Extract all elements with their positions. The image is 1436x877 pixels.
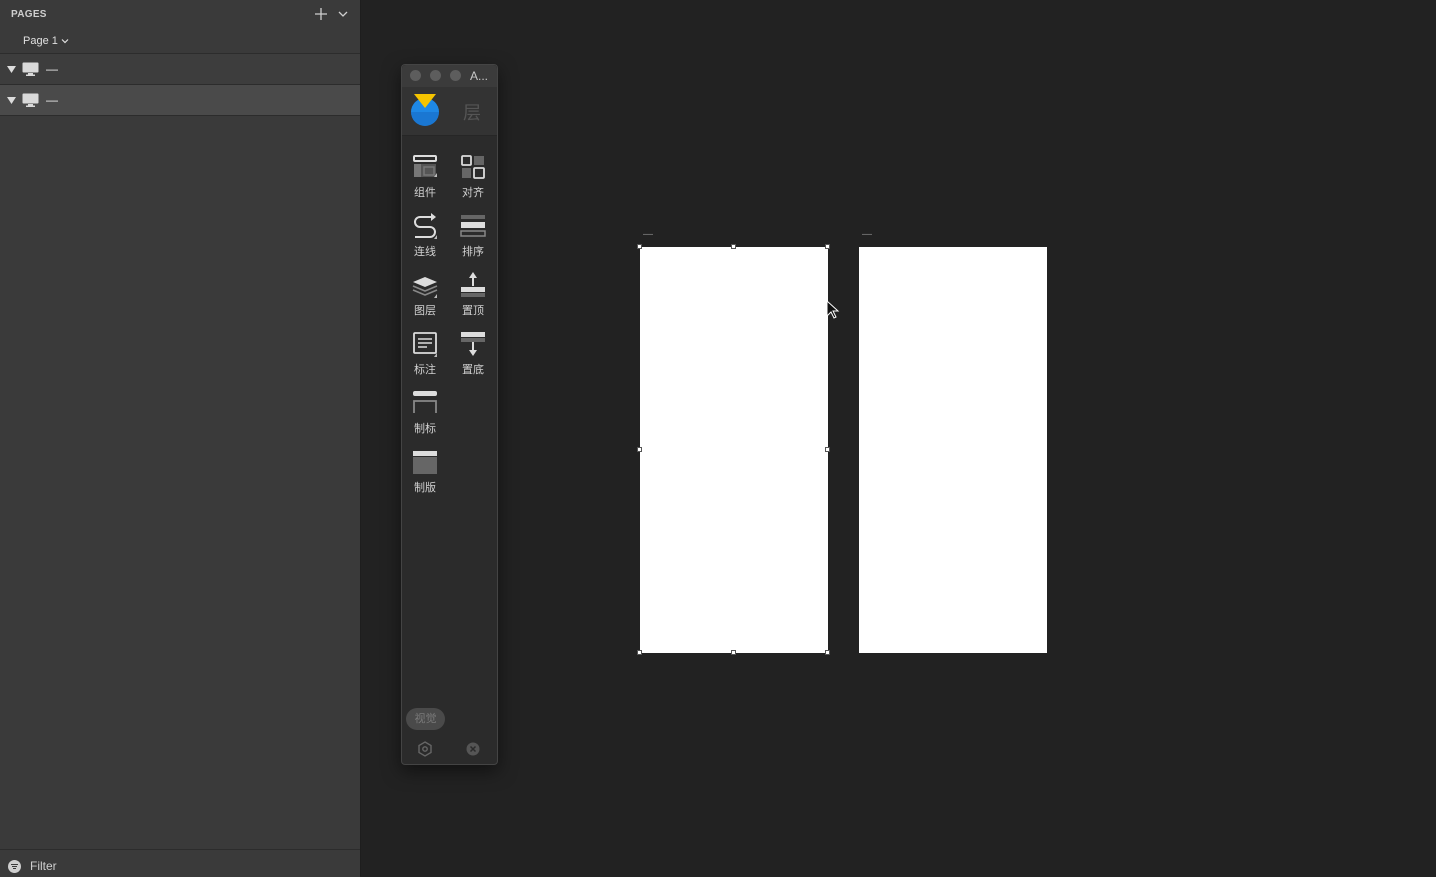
pages-title: PAGES <box>11 9 47 20</box>
monitor-icon <box>22 93 39 107</box>
filter-icon <box>8 860 21 873</box>
disclosure-triangle-icon[interactable] <box>7 96 16 105</box>
pages-header: PAGES <box>0 0 360 28</box>
artboard-title[interactable]: — <box>862 229 872 240</box>
plus-icon[interactable] <box>314 7 328 21</box>
chevron-down-icon <box>61 39 69 44</box>
chevron-down-icon[interactable] <box>337 8 349 20</box>
resize-handle-top-left[interactable] <box>637 244 642 249</box>
resize-handle-bottom[interactable] <box>731 650 736 655</box>
resize-handle-right[interactable] <box>825 447 830 452</box>
resize-handle-top[interactable] <box>731 244 736 249</box>
artboard-2[interactable] <box>859 247 1047 653</box>
monitor-icon <box>22 62 39 76</box>
artboard-title[interactable]: — <box>643 229 653 240</box>
resize-handle-left[interactable] <box>637 447 642 452</box>
layer-row-artboard-2[interactable]: — <box>0 84 360 116</box>
layer-name: — <box>46 93 58 107</box>
filter-label: Filter <box>30 859 57 873</box>
filter-bar[interactable]: Filter <box>0 849 360 877</box>
page-selector-label: Page 1 <box>23 35 58 47</box>
artboard-1[interactable] <box>640 247 828 653</box>
resize-handle-bottom-left[interactable] <box>637 650 642 655</box>
resize-handle-bottom-right[interactable] <box>825 650 830 655</box>
disclosure-triangle-icon[interactable] <box>7 65 16 74</box>
page-selector[interactable]: Page 1 <box>23 35 69 47</box>
layers-sidebar: PAGES Page 1 — — Filter <box>0 0 361 877</box>
resize-handle-top-right[interactable] <box>825 244 830 249</box>
mouse-pointer-icon <box>826 300 840 319</box>
layer-row-artboard-1[interactable]: — <box>0 53 360 84</box>
layer-name: — <box>46 62 58 76</box>
